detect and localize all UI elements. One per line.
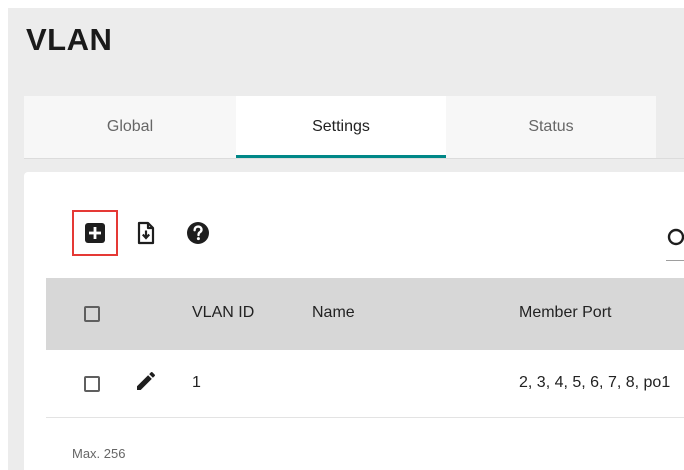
select-all-checkbox[interactable] (84, 306, 100, 322)
tab-bar: Global Settings Status (24, 96, 656, 158)
pencil-icon (137, 372, 155, 390)
search-field[interactable] (666, 222, 684, 262)
export-button[interactable] (123, 210, 169, 256)
table-footer-max: Max. 256 (72, 446, 126, 461)
edit-button[interactable] (134, 369, 158, 393)
add-box-icon (85, 223, 105, 243)
file-download-icon (137, 221, 155, 245)
tab-settings-label: Settings (312, 118, 370, 135)
row-checkbox[interactable] (84, 376, 100, 392)
help-circle-icon (187, 222, 209, 244)
table-header: VLAN ID Name Member Port (46, 278, 684, 350)
page-title: VLAN (26, 22, 113, 57)
cell-member-port: 2, 3, 4, 5, 6, 7, 8, po1 (519, 374, 671, 391)
search-icon (667, 228, 684, 246)
tabs-divider (24, 158, 684, 159)
tab-status[interactable]: Status (446, 96, 656, 158)
column-header-member-port[interactable]: Member Port (519, 304, 611, 322)
add-button[interactable] (72, 210, 118, 256)
column-header-vlan-id[interactable]: VLAN ID (192, 304, 254, 322)
search-underline (666, 260, 684, 261)
tab-global[interactable]: Global (24, 96, 236, 158)
column-header-name[interactable]: Name (312, 304, 355, 322)
tab-status-label: Status (528, 118, 574, 135)
tab-settings[interactable]: Settings (236, 96, 446, 158)
tab-global-label: Global (106, 118, 154, 135)
table-row: 1 2, 3, 4, 5, 6, 7, 8, po1 (46, 350, 684, 418)
help-button[interactable] (175, 210, 221, 256)
cell-vlan-id: 1 (192, 374, 201, 391)
